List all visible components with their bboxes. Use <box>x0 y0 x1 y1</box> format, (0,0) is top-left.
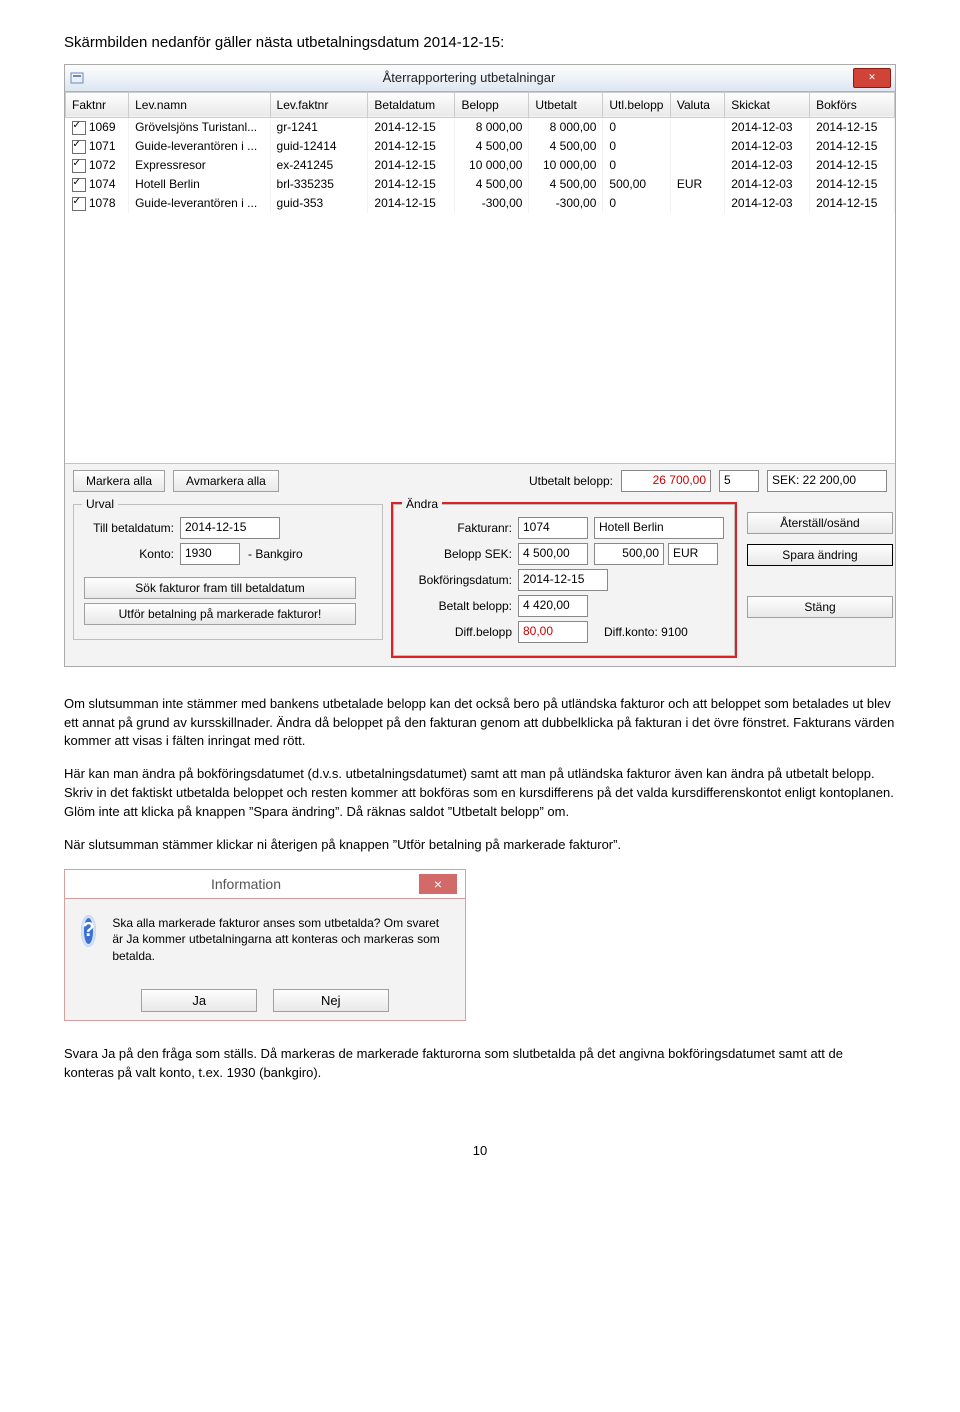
table-row[interactable]: 1069Grövelsjöns Turistanl...gr-12412014-… <box>66 117 895 137</box>
col-faktnr[interactable]: Faktnr <box>66 92 129 117</box>
till-betaldatum-input[interactable]: 2014-12-15 <box>180 517 280 539</box>
mark-all-button[interactable]: Markera alla <box>73 470 165 492</box>
window-title: Återrapportering utbetalningar <box>85 70 853 85</box>
table-row[interactable]: 1074Hotell Berlinbrl-3352352014-12-154 5… <box>66 175 895 194</box>
page-number: 10 <box>64 1143 896 1158</box>
till-betaldatum-label: Till betaldatum: <box>84 521 180 535</box>
row-checkbox[interactable] <box>72 178 86 192</box>
doc-para-1: Om slutsumman inte stämmer med bankens u… <box>64 695 896 752</box>
table-row[interactable]: 1071Guide-leverantören i ...guid-1241420… <box>66 137 895 156</box>
diffk-label: Diff.konto: 9100 <box>604 625 688 639</box>
doc-para-2: Här kan man ändra på bokföringsdatumet (… <box>64 765 896 822</box>
row-checkbox[interactable] <box>72 159 86 173</box>
diffb-label: Diff.belopp <box>404 625 518 639</box>
table-row[interactable]: 1078Guide-leverantören i ...guid-3532014… <box>66 194 895 213</box>
titlebar: Återrapportering utbetalningar ✕ <box>65 65 895 92</box>
dialog-message: Ska alla markerade fakturor anses som ut… <box>112 915 449 965</box>
doc-para-3: När slutsumman stämmer klickar ni återig… <box>64 836 896 855</box>
col-utbetalt[interactable]: Utbetalt <box>529 92 603 117</box>
col-utlbelopp[interactable]: Utl.belopp <box>603 92 670 117</box>
valuta-input[interactable]: EUR <box>668 543 718 565</box>
close-icon[interactable]: ✕ <box>853 68 891 88</box>
konto-label: Konto: <box>84 547 180 561</box>
col-valuta[interactable]: Valuta <box>670 92 724 117</box>
faktnr-input[interactable]: 1074 <box>518 517 588 539</box>
lower-pane: Markera alla Avmarkera alla Utbetalt bel… <box>65 463 895 666</box>
count-field: 5 <box>719 470 759 492</box>
bokd-input[interactable]: 2014-12-15 <box>518 569 608 591</box>
row-checkbox[interactable] <box>72 197 86 211</box>
bokd-label: Bokföringsdatum: <box>404 573 518 587</box>
sok-button[interactable]: Sök fakturor fram till betaldatum <box>84 577 356 599</box>
faktnr-name: Hotell Berlin <box>594 517 724 539</box>
col-betaldatum[interactable]: Betaldatum <box>368 92 455 117</box>
doc-intro: Skärmbilden nedanför gäller nästa utbeta… <box>64 32 896 54</box>
dialog-close-icon[interactable]: × <box>419 874 457 894</box>
diffb-input: 80,00 <box>518 621 588 643</box>
yes-button[interactable]: Ja <box>141 989 257 1012</box>
col-bokfors[interactable]: Bokförs <box>810 92 895 117</box>
unmark-all-button[interactable]: Avmarkera alla <box>173 470 279 492</box>
konto-nr-input[interactable]: 1930 <box>180 543 240 565</box>
konto-name: - Bankgiro <box>240 547 303 561</box>
col-levnamn[interactable]: Lev.namn <box>129 92 270 117</box>
grid-header: Faktnr Lev.namn Lev.faktnr Betaldatum Be… <box>66 92 895 117</box>
urval-legend: Urval <box>82 497 118 511</box>
invoice-grid[interactable]: Faktnr Lev.namn Lev.faktnr Betaldatum Be… <box>65 92 895 463</box>
col-levfaktnr[interactable]: Lev.faktnr <box>270 92 368 117</box>
row-checkbox[interactable] <box>72 121 86 135</box>
betb-input[interactable]: 4 420,00 <box>518 595 588 617</box>
save-button[interactable]: Spara ändring <box>747 544 893 566</box>
grid-empty-area <box>65 213 895 463</box>
belsek-input[interactable]: 4 500,00 <box>518 543 588 565</box>
faktnr-label: Fakturanr: <box>404 521 518 535</box>
no-button[interactable]: Nej <box>273 989 389 1012</box>
col-belopp[interactable]: Belopp <box>455 92 529 117</box>
utl-input[interactable]: 500,00 <box>594 543 664 565</box>
utfor-button[interactable]: Utför betalning på markerade fakturor! <box>84 603 356 625</box>
close-button[interactable]: Stäng <box>747 596 893 618</box>
sys-icon <box>69 70 85 86</box>
col-skickat[interactable]: Skickat <box>725 92 810 117</box>
table-row[interactable]: 1072Expressresorex-2412452014-12-1510 00… <box>66 156 895 175</box>
info-dialog: Information × ? Ska alla markerade faktu… <box>64 869 466 1021</box>
belsek-label: Belopp SEK: <box>404 547 518 561</box>
betb-label: Betalt belopp: <box>404 599 518 613</box>
dialog-titlebar: Information × <box>65 870 465 899</box>
doc-para-4: Svara Ja på den fråga som ställs. Då mar… <box>64 1045 896 1083</box>
question-icon: ? <box>81 915 96 947</box>
andra-group: Ändra Fakturanr: 1074 Hotell Berlin Belo… <box>393 504 735 656</box>
utbetalt-value: 26 700,00 <box>621 470 711 492</box>
utbetalt-label: Utbetalt belopp: <box>529 474 613 488</box>
row-checkbox[interactable] <box>72 140 86 154</box>
dialog-title: Information <box>73 876 419 892</box>
andra-legend: Ändra <box>402 497 442 511</box>
urval-group: Urval Till betaldatum: 2014-12-15 Konto:… <box>73 504 383 640</box>
restore-button[interactable]: Återställ/osänd <box>747 512 893 534</box>
app-window: Återrapportering utbetalningar ✕ Faktnr … <box>64 64 896 667</box>
sek-field: SEK: 22 200,00 <box>767 470 887 492</box>
